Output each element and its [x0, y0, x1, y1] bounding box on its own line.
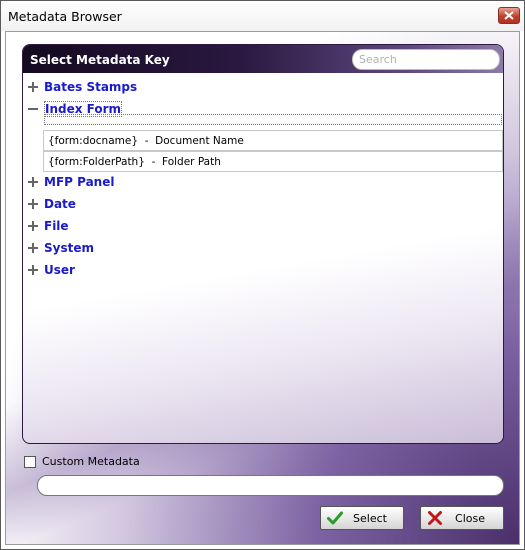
- window-title: Metadata Browser: [8, 9, 122, 24]
- tree-node-mfp-panel[interactable]: MFP Panel: [28, 172, 114, 192]
- dialog-body: Select Metadata Key Bates Stamps Index F…: [5, 31, 520, 545]
- collapse-minus-icon[interactable]: [28, 104, 38, 114]
- tree-node-date[interactable]: Date: [28, 194, 76, 214]
- close-icon: [504, 11, 514, 20]
- expand-plus-icon[interactable]: [28, 221, 38, 231]
- tree-node-file[interactable]: File: [28, 216, 69, 236]
- expand-plus-icon[interactable]: [28, 82, 38, 92]
- expand-plus-icon[interactable]: [28, 177, 38, 187]
- tree-node-label: MFP Panel: [44, 175, 115, 189]
- tree-node-bates-stamps[interactable]: Bates Stamps: [28, 77, 137, 97]
- select-button[interactable]: Select: [320, 506, 404, 530]
- tree-node-system[interactable]: System: [28, 238, 94, 258]
- close-button-label: Close: [455, 511, 485, 525]
- tree-node-label: Date: [44, 197, 76, 211]
- custom-metadata-label: Custom Metadata: [42, 455, 140, 468]
- tree-node-label: User: [44, 263, 75, 277]
- tree-node-label: Bates Stamps: [44, 80, 138, 94]
- tree-node-label: Index Form: [44, 101, 123, 117]
- x-icon: [428, 511, 442, 525]
- window-close-button[interactable]: [498, 7, 520, 24]
- expand-plus-icon[interactable]: [28, 199, 38, 209]
- custom-metadata-toggle[interactable]: Custom Metadata: [24, 455, 140, 468]
- panel-title: Select Metadata Key: [30, 53, 170, 67]
- metadata-browser-window: Metadata Browser Select Metadata Key Bat…: [0, 0, 525, 550]
- close-button[interactable]: Close: [420, 506, 504, 530]
- expand-plus-icon[interactable]: [28, 243, 38, 253]
- metadata-key-panel: Select Metadata Key Bates Stamps Index F…: [22, 44, 504, 444]
- checkmark-icon: [327, 511, 343, 525]
- tree-node-user[interactable]: User: [28, 260, 75, 280]
- custom-metadata-checkbox[interactable]: [24, 455, 36, 468]
- tree-node-label: System: [44, 241, 94, 255]
- tree-child-docname[interactable]: {form:docname} - Document Name: [43, 130, 503, 151]
- select-button-label: Select: [353, 511, 387, 525]
- tree-node-label: File: [44, 219, 69, 233]
- title-bar[interactable]: Metadata Browser: [1, 1, 524, 31]
- expand-plus-icon[interactable]: [28, 265, 38, 275]
- custom-metadata-field[interactable]: [37, 475, 504, 496]
- tree-node-index-form[interactable]: Index Form: [28, 99, 123, 119]
- search-input[interactable]: [352, 49, 500, 70]
- panel-header: Select Metadata Key: [23, 45, 503, 73]
- tree-child-folderpath[interactable]: {form:FolderPath} - Folder Path: [43, 151, 503, 172]
